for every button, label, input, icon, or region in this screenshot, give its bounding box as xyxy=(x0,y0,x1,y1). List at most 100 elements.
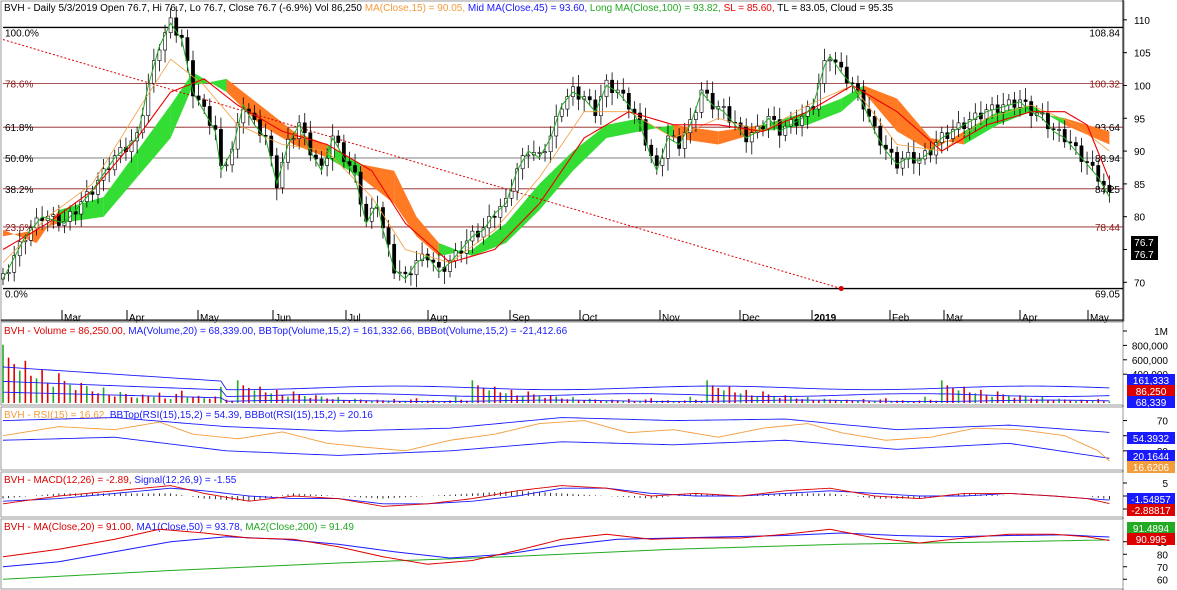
candle-down xyxy=(336,135,341,143)
candle-down xyxy=(319,158,324,166)
rsi-bbbot-line xyxy=(2,436,1110,459)
candle-up xyxy=(543,151,547,154)
candle-up xyxy=(51,214,56,217)
candle-up xyxy=(1057,129,1062,131)
price-y-tick-label: 85 xyxy=(1134,180,1146,191)
candle-up xyxy=(660,157,665,166)
candle-down xyxy=(1090,161,1095,166)
candle-down xyxy=(202,99,207,107)
price-y-tick-label: 110 xyxy=(1134,16,1150,27)
candle-down xyxy=(593,99,598,116)
candle-down xyxy=(302,122,307,134)
fib-value-label: 108.84 xyxy=(1089,28,1120,39)
candle-down xyxy=(872,116,877,127)
candle-up xyxy=(6,272,11,275)
ma-side-label-ma20: 90.995 xyxy=(1136,535,1167,546)
fib-pct-label: 61.8% xyxy=(5,123,33,134)
fib-value-label: 69.05 xyxy=(1095,290,1120,301)
rsi-side-label-bbtop: 54.3932 xyxy=(1133,434,1170,445)
candle-up xyxy=(526,154,531,157)
candle-down xyxy=(1073,142,1078,147)
price-y-tick-label: 70 xyxy=(1134,278,1146,289)
candle-up xyxy=(291,138,296,140)
candle-up xyxy=(146,83,151,116)
candle-up xyxy=(721,106,726,108)
candle-down xyxy=(386,227,391,245)
fib-value-label: 78.44 xyxy=(1095,223,1120,234)
fib-pct-label: 50.0% xyxy=(5,154,33,165)
volume-y-tick-label: 1M xyxy=(1154,327,1168,338)
fib-pct-label: 78.6% xyxy=(5,79,33,90)
candle-up xyxy=(509,190,514,199)
volume-y-tick-label: 600,000 xyxy=(1132,356,1169,367)
candle-down xyxy=(839,61,844,68)
candle-up xyxy=(694,112,698,120)
volume-legend: BVH - Volume = 86,250.00, MA(Volume,20) … xyxy=(4,326,568,337)
volume-ma-line xyxy=(2,380,1110,397)
macd-y-tick-label: 5 xyxy=(1162,479,1168,490)
candle-down xyxy=(576,86,581,100)
candle-up xyxy=(828,59,832,62)
ichimoku-cloud-segment xyxy=(260,105,294,145)
rsi-y-tick-label: 70 xyxy=(1157,417,1169,428)
fib-pct-label: 0.0% xyxy=(5,290,28,301)
price-y-tick-label: 105 xyxy=(1134,49,1151,60)
rsi-line xyxy=(2,420,1110,462)
trend-line-end-point xyxy=(838,286,844,292)
candle-up xyxy=(1018,99,1022,108)
ma200-line xyxy=(2,539,1110,580)
fib-value-label: 100.32 xyxy=(1089,79,1120,90)
candle-down xyxy=(1023,99,1028,102)
candle-down xyxy=(353,165,357,173)
candle-down xyxy=(492,216,497,218)
candle-down xyxy=(772,116,777,120)
volume-y-tick-label: 800,000 xyxy=(1132,341,1169,352)
last-price-label: 76.7 xyxy=(1134,238,1154,249)
price-y-tick-label: 90 xyxy=(1134,147,1146,158)
candle-up xyxy=(1040,112,1045,115)
candle-down xyxy=(610,79,614,93)
macd-legend: BVH - MACD(12,26) = -2.89, Signal(12,26,… xyxy=(4,475,237,486)
candle-down xyxy=(895,152,899,169)
ichimoku-cloud-segment xyxy=(539,151,573,211)
ichimoku-cloud-segment xyxy=(192,72,227,93)
candle-down xyxy=(621,89,626,94)
candle-down xyxy=(1029,101,1034,116)
fib-value-label: 88.94 xyxy=(1095,154,1120,165)
ma-y-tick-label: 60 xyxy=(1157,575,1169,586)
ma-y-tick-label: 70 xyxy=(1157,563,1169,574)
last-price-label-2: 76.7 xyxy=(1134,250,1154,261)
ichimoku-cloud-segment xyxy=(170,72,193,138)
ichimoku-cloud-segment xyxy=(606,118,641,138)
candle-up xyxy=(990,104,994,111)
candle-down xyxy=(911,152,916,164)
candle-down xyxy=(409,273,413,276)
rsi-side-label-rsi: 16.6206 xyxy=(1133,463,1170,474)
candle-up xyxy=(1006,99,1011,106)
price-y-tick-label: 80 xyxy=(1134,213,1146,224)
candle-down xyxy=(654,155,659,166)
stock-chart: BVH - Daily 5/3/2019 Open 76.7, Hi 76.7,… xyxy=(0,0,1175,590)
candle-down xyxy=(889,148,894,153)
price-y-tick-label: 100 xyxy=(1134,81,1151,92)
candle-up xyxy=(224,164,229,167)
price-y-tick-label: 95 xyxy=(1134,114,1146,125)
candle-down xyxy=(705,89,709,94)
candle-down xyxy=(1107,184,1112,193)
candle-down xyxy=(710,93,715,110)
fib-pct-label: 38.2% xyxy=(5,185,33,196)
price-legend: BVH - Daily 5/3/2019 Open 76.7, Hi 76.7,… xyxy=(4,3,894,14)
candle-up xyxy=(325,157,330,166)
fib-pct-label: 100.0% xyxy=(5,28,39,39)
ma50-line xyxy=(2,532,1110,568)
candle-down xyxy=(403,271,408,275)
ma15-line xyxy=(2,58,1110,264)
candle-down xyxy=(185,37,190,61)
candle-up xyxy=(559,108,564,117)
candle-down xyxy=(587,96,592,101)
macd-side-label-macd: -2.88817 xyxy=(1131,506,1171,517)
candle-down xyxy=(436,262,441,268)
candle-up xyxy=(537,152,542,154)
volume-bbtop-line xyxy=(2,366,1110,391)
ma-y-tick-label: 80 xyxy=(1157,550,1169,561)
